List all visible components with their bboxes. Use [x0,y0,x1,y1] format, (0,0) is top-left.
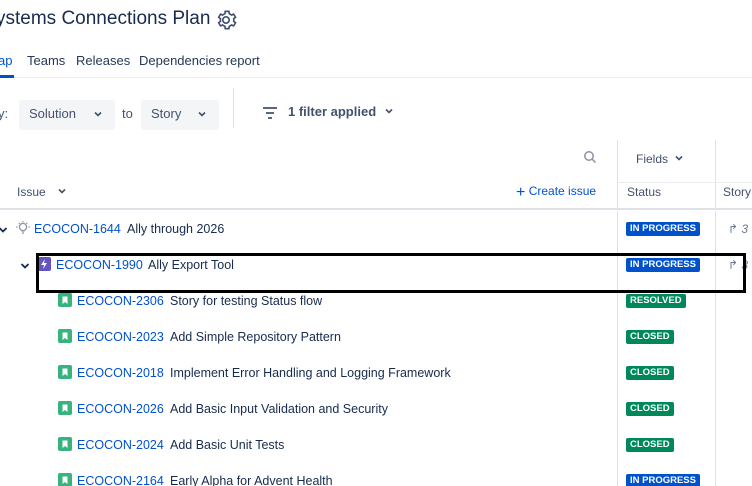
issue-key-link[interactable]: ECOCON-1644 [34,222,121,236]
table-row[interactable]: ECOCON-1644 Ally through 2026 IN PROGRES… [0,211,752,247]
issue-summary: Add Simple Repository Pattern [170,330,341,344]
status-badge: IN PROGRESS [626,474,700,486]
table-row[interactable]: ECOCON-2023 Add Simple Repository Patter… [0,319,752,355]
story-cell [715,463,752,486]
search-icon[interactable] [583,150,597,164]
hierarchy-toolbar: y: Solution to Story 1 filter applied [0,80,752,140]
story-cell [715,355,752,391]
active-tab-indicator [0,75,14,78]
issue-key-link[interactable]: ECOCON-2026 [77,402,164,416]
create-issue-label: Create issue [528,184,597,198]
issue-key-link[interactable]: ECOCON-2024 [77,438,164,452]
chevron-down-icon [675,155,683,161]
plan-tabs: ap Teams Releases Dependencies report [0,44,752,78]
gear-icon[interactable] [215,9,237,31]
story-rollup: ↱ 3 [728,222,748,236]
issue-summary: Add Basic Input Validation and Security [170,402,388,416]
create-issue-button[interactable]: + Create issue [516,184,596,202]
status-column-header[interactable]: Status [627,185,661,199]
fields-button[interactable]: Fields [636,152,684,166]
fields-divider [617,182,752,183]
story-icon [58,437,72,451]
rollup-arrow-icon: ↱ [728,222,742,236]
chevron-down-icon [94,111,102,117]
table-header: Issue + Create issue Fields Status Story [0,140,752,210]
story-cell [715,427,752,463]
status-column [617,140,716,210]
chevron-down-icon[interactable] [0,225,8,235]
issue-column-header[interactable]: Issue [17,185,67,199]
story-rollup-value: 3 [741,222,749,236]
to-label: to [122,106,133,121]
hierarchy-to-value: Story [151,106,182,121]
row-highlight-box [36,253,746,293]
tab-releases[interactable]: Releases [76,53,130,68]
issue-key-link[interactable]: ECOCON-2018 [77,366,164,380]
status-badge: CLOSED [626,366,674,380]
status-badge: RESOLVED [626,294,686,308]
chevron-down-icon [385,108,393,114]
lightbulb-icon [16,221,30,234]
filter-label: 1 filter applied [288,104,377,119]
tab-dependencies-report[interactable]: Dependencies report [139,53,260,68]
story-cell [715,391,752,427]
issue-summary: Add Basic Unit Tests [170,438,285,452]
status-badge: IN PROGRESS [626,222,700,236]
title-row: ystems Connections Plan [0,0,752,44]
toolbar-divider [233,88,234,128]
issue-summary: Ally through 2026 [127,222,225,236]
issue-key-link[interactable]: ECOCON-2164 [77,474,164,486]
story-icon [58,365,72,379]
issue-summary: Implement Error Handling and Logging Fra… [170,366,451,380]
tab-teams[interactable]: Teams [27,53,65,68]
hierarchy-to-select[interactable]: Story [141,100,219,130]
fields-label: Fields [636,152,669,166]
story-icon [58,401,72,415]
issue-key-link[interactable]: ECOCON-2306 [77,294,164,308]
table-row[interactable]: ECOCON-2164 Early Alpha for Advent Healt… [0,463,752,486]
story-column-header[interactable]: Story [723,185,751,199]
story-icon [58,293,72,307]
table-row[interactable]: ECOCON-2018 Implement Error Handling and… [0,355,752,391]
issue-column-label: Issue [17,185,46,199]
tab-roadmap[interactable]: ap [0,53,12,68]
page-title: ystems Connections Plan [0,8,211,29]
issue-key-link[interactable]: ECOCON-2023 [77,330,164,344]
table-row[interactable]: ECOCON-2026 Add Basic Input Validation a… [0,391,752,427]
table-row[interactable]: ECOCON-2024 Add Basic Unit Tests CLOSED [0,427,752,463]
issue-summary: Story for testing Status flow [170,294,323,308]
filter-icon [263,107,277,119]
status-badge: CLOSED [626,330,674,344]
chevron-down-icon [58,188,66,194]
filter-button[interactable]: 1 filter applied [288,104,394,119]
status-badge: CLOSED [626,402,674,416]
hierarchy-label: y: [0,106,9,121]
hierarchy-from-value: Solution [29,106,76,121]
story-icon [58,473,72,486]
story-cell [715,319,752,355]
story-column [715,140,752,210]
story-icon [58,329,72,343]
issue-summary: Early Alpha for Advent Health [170,474,333,486]
chevron-down-icon[interactable] [20,261,30,271]
plus-icon: + [516,184,526,201]
chevron-down-icon [198,111,206,117]
hierarchy-from-select[interactable]: Solution [19,100,115,130]
status-badge: CLOSED [626,438,674,452]
